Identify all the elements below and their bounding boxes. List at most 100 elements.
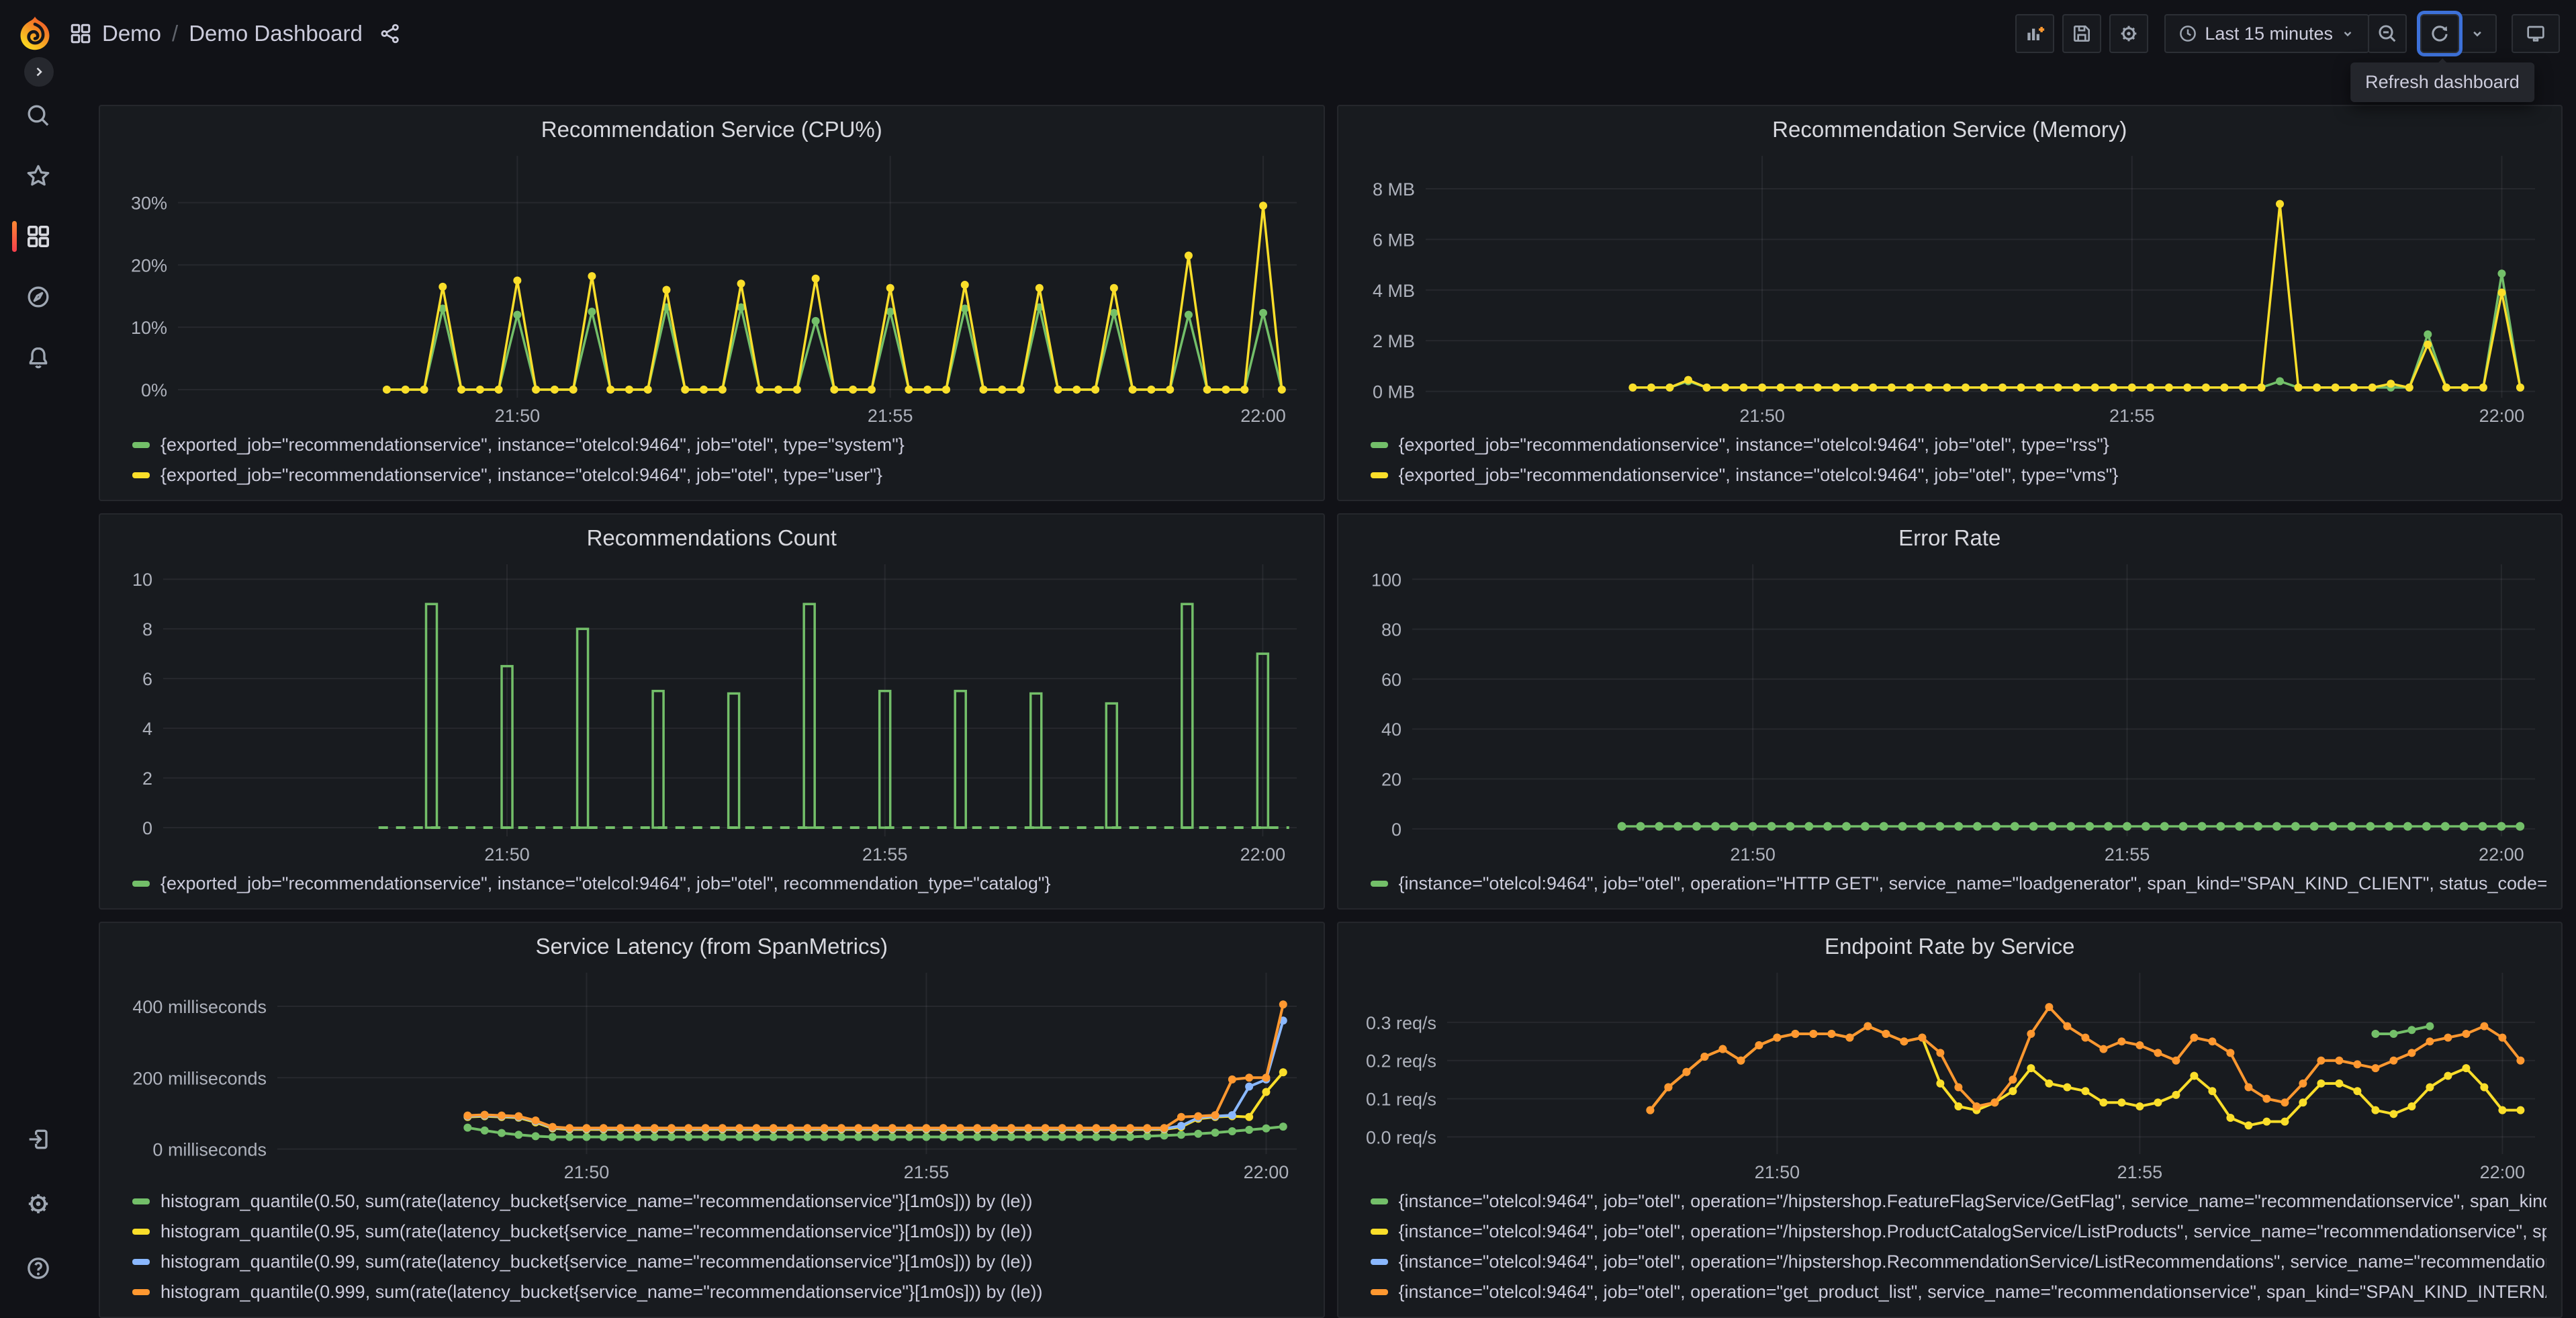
- legend-item[interactable]: {instance="otelcol:9464", job="otel", op…: [1370, 869, 2546, 899]
- svg-text:40: 40: [1381, 719, 1401, 740]
- dashboards-grid-icon: [68, 21, 93, 46]
- legend-item[interactable]: {instance="otelcol:9464", job="otel", op…: [1370, 1277, 2546, 1307]
- svg-text:21:55: 21:55: [2104, 844, 2150, 865]
- kiosk-mode-button[interactable]: [2512, 14, 2560, 53]
- time-series-chart[interactable]: 21:50 21:55 22:00 0 20 40 60 80 100: [1346, 555, 2554, 866]
- svg-text:22:00: 22:00: [1244, 1162, 1289, 1182]
- sidebar-item-help[interactable]: [0, 1247, 77, 1290]
- svg-text:200 milliseconds: 200 milliseconds: [132, 1068, 267, 1088]
- svg-text:21:50: 21:50: [564, 1162, 610, 1182]
- legend-item-label: histogram_quantile(0.999, sum(rate(laten…: [160, 1282, 1043, 1302]
- svg-text:22:00: 22:00: [2479, 844, 2524, 865]
- svg-text:22:00: 22:00: [1240, 406, 1286, 426]
- svg-text:2 MB: 2 MB: [1372, 331, 1414, 351]
- sidebar-item-dashboards[interactable]: [0, 215, 77, 258]
- legend-swatch: [1370, 1229, 1388, 1235]
- svg-text:0%: 0%: [141, 380, 167, 400]
- sidebar-item-search[interactable]: [0, 94, 77, 137]
- refresh-controls: Refresh dashboard: [2350, 14, 2534, 102]
- legend-item-label: {exported_job="recommendationservice", i…: [160, 465, 882, 485]
- panel-legend: histogram_quantile(0.50, sum(rate(latenc…: [108, 1184, 1316, 1311]
- time-series-chart[interactable]: 21:50 21:55 22:00 0 milliseconds 200 millise…: [108, 963, 1316, 1184]
- time-range-picker[interactable]: Last 15 minutes: [2164, 14, 2369, 53]
- panel-title[interactable]: Recommendation Service (CPU%): [108, 113, 1316, 146]
- panel-title[interactable]: Recommendation Service (Memory): [1346, 113, 2554, 146]
- legend-item[interactable]: {instance="otelcol:9464", job="otel", op…: [1370, 1186, 2546, 1217]
- zoom-out-icon: [2379, 25, 2396, 42]
- panel-recommendation-service-cpu: Recommendation Service (CPU%) 21:50 21:55…: [99, 105, 1325, 501]
- svg-text:0: 0: [1391, 820, 1401, 840]
- svg-text:80: 80: [1381, 620, 1401, 640]
- legend-swatch: [132, 1198, 150, 1204]
- panel-title[interactable]: Endpoint Rate by Service: [1346, 930, 2554, 963]
- share-dashboard-button[interactable]: [379, 22, 402, 45]
- add-panel-icon: [2027, 27, 2045, 40]
- legend-item[interactable]: {exported_job="recommendationservice", i…: [132, 430, 1309, 460]
- legend-swatch: [1370, 472, 1388, 478]
- legend-item-label: {exported_job="recommendationservice", i…: [160, 435, 905, 455]
- legend-item[interactable]: {instance="otelcol:9464", job="otel", op…: [1370, 1247, 2547, 1277]
- legend-item-label: {exported_job="recommendationservice", i…: [1398, 435, 2109, 455]
- panel-recommendation-service-memory: Recommendation Service (Memory) 21:50 21:…: [1336, 105, 2563, 501]
- panel-title[interactable]: Recommendations Count: [108, 521, 1316, 555]
- sidebar-item-starred[interactable]: [0, 155, 77, 197]
- sign-in-icon: [29, 1129, 48, 1149]
- chevron-down-icon: [2344, 32, 2352, 37]
- legend-item-label: {instance="otelcol:9464", job="otel", op…: [1398, 1251, 2547, 1272]
- svg-text:4: 4: [142, 719, 152, 739]
- legend-item[interactable]: histogram_quantile(0.95, sum(rate(latenc…: [132, 1217, 1309, 1247]
- toolbar: Last 15 minutes Refresh dashboard: [2015, 14, 2560, 102]
- sidebar-item-settings[interactable]: [0, 1182, 77, 1225]
- svg-text:0 milliseconds: 0 milliseconds: [152, 1140, 267, 1160]
- legend-swatch: [132, 881, 150, 887]
- svg-text:8: 8: [142, 619, 152, 640]
- refresh-interval-dropdown[interactable]: [2458, 14, 2497, 53]
- legend-swatch: [1370, 1198, 1388, 1204]
- time-series-chart[interactable]: 21:50 21:55 22:00 0% 10% 20% 30%: [108, 146, 1316, 427]
- svg-text:0: 0: [142, 818, 152, 838]
- time-series-chart[interactable]: 21:50 21:55 22:00 0.0 req/s 0.1 req/s 0.2 req…: [1346, 963, 2554, 1184]
- time-series-chart[interactable]: 21:50 21:55 22:00 0 MB 2 MB 4 MB 6 MB 8 MB: [1346, 146, 2554, 427]
- time-series-chart[interactable]: 21:50 21:55 22:00 0 2 4 6 8 10: [108, 555, 1316, 866]
- sidebar-item-sign-in[interactable]: [0, 1118, 77, 1161]
- panel-title[interactable]: Service Latency (from SpanMetrics): [108, 930, 1316, 963]
- legend-item[interactable]: {exported_job="recommendationservice", i…: [1370, 460, 2547, 490]
- legend-item[interactable]: {exported_job="recommendationservice", i…: [132, 869, 1309, 899]
- legend-swatch: [132, 1289, 150, 1295]
- zoom-out-time-button[interactable]: [2368, 14, 2407, 53]
- legend-item-label: histogram_quantile(0.99, sum(rate(latenc…: [160, 1251, 1033, 1272]
- add-panel-button[interactable]: [2015, 14, 2055, 53]
- legend-swatch: [132, 442, 150, 448]
- legend-item[interactable]: histogram_quantile(0.999, sum(rate(laten…: [132, 1277, 1309, 1307]
- dashboard-settings-button[interactable]: [2109, 14, 2149, 53]
- legend-swatch: [132, 1259, 150, 1265]
- legend-item-label: histogram_quantile(0.95, sum(rate(latenc…: [160, 1221, 1033, 1241]
- svg-text:6 MB: 6 MB: [1372, 230, 1414, 250]
- legend-item-label: {exported_job="recommendationservice", i…: [1398, 465, 2119, 485]
- top-nav-bar: Demo / Demo Dashboard Last 15 minutes Re…: [0, 0, 2576, 102]
- legend-item[interactable]: histogram_quantile(0.50, sum(rate(latenc…: [132, 1186, 1309, 1217]
- save-dashboard-button[interactable]: [2062, 14, 2102, 53]
- refresh-button[interactable]: [2420, 14, 2459, 53]
- compass-icon: [28, 286, 49, 308]
- legend-swatch: [1370, 881, 1388, 887]
- breadcrumb-page[interactable]: Demo Dashboard: [189, 21, 363, 46]
- svg-text:21:55: 21:55: [868, 406, 913, 426]
- legend-item[interactable]: {exported_job="recommendationservice", i…: [1370, 430, 2547, 460]
- panel-legend: {exported_job="recommendationservice", i…: [1346, 427, 2554, 494]
- sidebar-item-alerting[interactable]: [0, 336, 77, 379]
- legend-item-label: {instance="otelcol:9464", job="otel", op…: [1398, 1221, 2547, 1241]
- sidebar-item-explore[interactable]: [0, 275, 77, 318]
- dashboard-grid: Recommendation Service (CPU%) 21:50 21:55…: [77, 67, 2576, 1318]
- panel-title[interactable]: Error Rate: [1346, 521, 2554, 555]
- legend-item[interactable]: {instance="otelcol:9464", job="otel", op…: [1370, 1217, 2547, 1247]
- breadcrumb: Demo / Demo Dashboard: [68, 21, 402, 46]
- legend-item[interactable]: {exported_job="recommendationservice", i…: [132, 460, 1309, 490]
- breadcrumb-section[interactable]: Demo: [102, 21, 161, 46]
- panel-error-rate: Error Rate 21:50 21:55 22:00 0 20 40 60 80 100 {…: [1336, 513, 2563, 910]
- refresh-tooltip-text: Refresh dashboard: [2365, 72, 2520, 92]
- grafana-logo[interactable]: [16, 15, 54, 52]
- svg-text:20: 20: [1381, 770, 1401, 790]
- panel-service-latency: Service Latency (from SpanMetrics) 21:50…: [99, 922, 1325, 1318]
- legend-item[interactable]: histogram_quantile(0.99, sum(rate(latenc…: [132, 1247, 1309, 1277]
